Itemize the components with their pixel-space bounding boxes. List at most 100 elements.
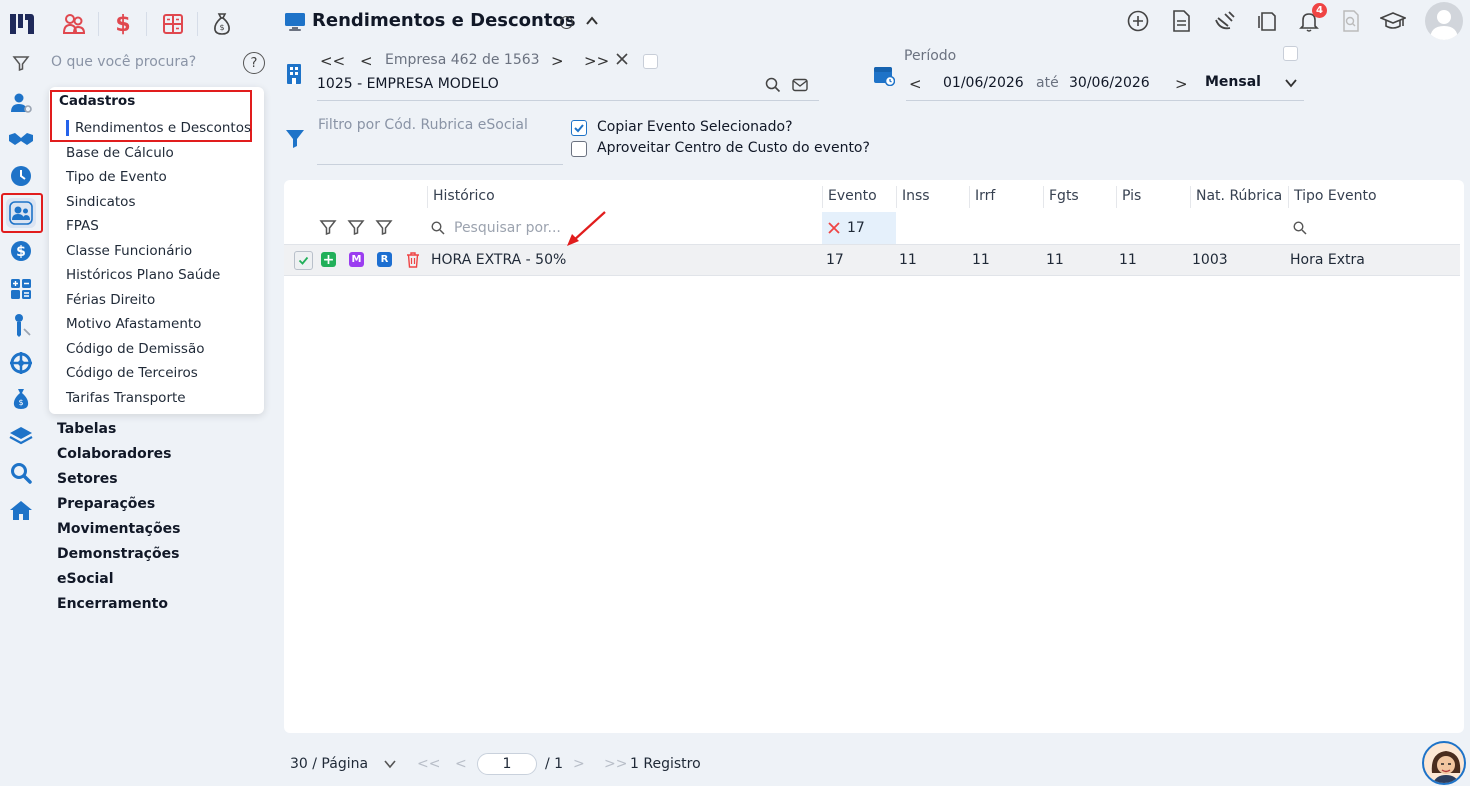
- help-icon[interactable]: ?: [243, 52, 265, 74]
- prev-company-button[interactable]: <: [360, 52, 373, 70]
- chevron-down-icon[interactable]: [1283, 75, 1299, 91]
- column-header-fgts[interactable]: Fgts: [1049, 188, 1079, 204]
- filter-funnel-icon[interactable]: [347, 218, 365, 236]
- assistant-avatar[interactable]: [1422, 741, 1466, 785]
- cards-icon[interactable]: [1254, 8, 1280, 34]
- submenu-item-fpas[interactable]: FPAS: [66, 218, 99, 234]
- nav-group-movimentacoes[interactable]: Movimentações: [57, 521, 180, 537]
- avatar[interactable]: [1425, 2, 1463, 40]
- company-underline: [317, 100, 819, 101]
- tipo-evento-search-icon[interactable]: [1293, 221, 1307, 235]
- column-header-pis[interactable]: Pis: [1122, 188, 1141, 204]
- clear-filter-icon[interactable]: [828, 222, 840, 234]
- search-icon: [431, 221, 445, 235]
- people-module-icon[interactable]: [59, 9, 89, 39]
- employees-icon[interactable]: [8, 200, 34, 226]
- submenu-item-tipo-evento[interactable]: Tipo de Evento: [66, 169, 167, 185]
- next-company-button[interactable]: >: [551, 52, 564, 70]
- page-size-chevron-icon[interactable]: [383, 757, 397, 771]
- home-icon[interactable]: [8, 497, 34, 523]
- handshake-icon[interactable]: [8, 126, 34, 152]
- network-icon[interactable]: [8, 350, 34, 376]
- column-header-nat-rubrica[interactable]: Nat. Rúbrica: [1196, 188, 1282, 204]
- user-settings-icon[interactable]: [8, 90, 34, 116]
- current-page-input[interactable]: 1: [477, 753, 537, 775]
- nav-group-esocial[interactable]: eSocial: [57, 571, 114, 587]
- money-bag-icon[interactable]: $: [8, 386, 34, 412]
- calculator-module-icon[interactable]: [158, 9, 188, 39]
- dollar-coin-icon[interactable]: $: [8, 238, 34, 264]
- add-row-button[interactable]: +: [321, 252, 336, 268]
- submenu-item-base-calculo[interactable]: Base de Cálculo: [66, 145, 174, 161]
- company-name[interactable]: 1025 - EMPRESA MODELO: [317, 76, 499, 92]
- column-header-historico[interactable]: Histórico: [433, 188, 495, 204]
- calculator-icon[interactable]: [8, 276, 34, 302]
- app-logo[interactable]: [8, 10, 36, 36]
- pen-tool-icon[interactable]: [8, 312, 34, 338]
- report-search-icon[interactable]: [1338, 8, 1364, 34]
- row-select-checkbox[interactable]: [294, 251, 313, 270]
- column-header-tipo-evento[interactable]: Tipo Evento: [1294, 188, 1377, 204]
- next-period-button[interactable]: >: [1175, 75, 1188, 93]
- column-header-evento[interactable]: Evento: [828, 188, 877, 204]
- money-bag-module-icon[interactable]: $: [207, 9, 237, 39]
- submenu-item-codigo-terceiros[interactable]: Código de Terceiros: [66, 365, 198, 381]
- submenu-item-rendimentos[interactable]: Rendimentos e Descontos: [75, 120, 251, 136]
- add-circle-icon[interactable]: [1125, 8, 1151, 34]
- company-search-icon[interactable]: [765, 77, 781, 93]
- layers-icon[interactable]: [8, 423, 34, 449]
- submenu-item-classe-funcionario[interactable]: Classe Funcionário: [66, 243, 192, 259]
- nav-group-colaboradores[interactable]: Colaboradores: [57, 446, 172, 462]
- period-start[interactable]: 01/06/2026: [943, 75, 1024, 91]
- submenu-item-codigo-demissao[interactable]: Código de Demissão: [66, 341, 205, 357]
- company-checkbox[interactable]: [643, 54, 658, 69]
- prev-period-button[interactable]: <: [909, 75, 922, 93]
- submenu-item-tarifas-transporte[interactable]: Tarifas Transporte: [66, 390, 186, 406]
- page-size-select[interactable]: 30 / Página: [290, 756, 368, 772]
- next-page-button[interactable]: >: [573, 756, 585, 772]
- submenu-item-motivo-afastamento[interactable]: Motivo Afastamento: [66, 316, 201, 332]
- column-header-irrf[interactable]: Irrf: [975, 188, 995, 204]
- clock-icon[interactable]: [8, 163, 34, 189]
- last-company-button[interactable]: >>: [584, 52, 609, 70]
- nav-group-demonstracoes[interactable]: Demonstrações: [57, 546, 179, 562]
- first-company-button[interactable]: <<: [320, 52, 345, 70]
- historico-search-input[interactable]: Pesquisar por...: [454, 220, 561, 236]
- rubrica-filter-input[interactable]: Filtro por Cód. Rubrica eSocial: [318, 117, 528, 133]
- period-frequency-select[interactable]: Mensal: [1205, 74, 1261, 90]
- search-icon[interactable]: [8, 460, 34, 486]
- evento-filter-cell[interactable]: 17: [822, 212, 896, 244]
- finance-module-icon[interactable]: $: [108, 9, 138, 39]
- filter-icon[interactable]: [12, 54, 30, 72]
- table-row[interactable]: + M R HORA EXTRA - 50% 17 11 11 11 11 10…: [284, 244, 1460, 276]
- cell-evento: 17: [826, 252, 844, 268]
- submenu-item-ferias-direito[interactable]: Férias Direito: [66, 292, 155, 308]
- copy-event-checkbox[interactable]: [571, 120, 587, 136]
- filter-funnel-icon[interactable]: [319, 218, 337, 236]
- submenu-item-sindicatos[interactable]: Sindicatos: [66, 194, 135, 210]
- trash-icon[interactable]: [405, 251, 421, 269]
- last-page-button[interactable]: >>: [604, 756, 627, 772]
- nav-group-preparacoes[interactable]: Preparações: [57, 496, 155, 512]
- nav-group-tabelas[interactable]: Tabelas: [57, 421, 116, 437]
- row-r-button[interactable]: R: [377, 252, 392, 267]
- graduation-cap-icon[interactable]: [1380, 8, 1406, 34]
- info-icon[interactable]: i: [560, 16, 573, 29]
- clear-company-icon[interactable]: [615, 52, 629, 66]
- row-m-button[interactable]: M: [349, 252, 364, 267]
- satellite-icon[interactable]: [1211, 8, 1237, 34]
- column-header-inss[interactable]: Inss: [902, 188, 930, 204]
- nav-group-encerramento[interactable]: Encerramento: [57, 596, 168, 612]
- period-end[interactable]: 30/06/2026: [1069, 75, 1150, 91]
- period-checkbox[interactable]: [1283, 46, 1298, 61]
- document-icon[interactable]: [1168, 8, 1194, 34]
- chevron-up-icon[interactable]: [584, 13, 600, 29]
- prev-page-button[interactable]: <: [455, 756, 467, 772]
- menu-search-input[interactable]: O que você procura?: [51, 54, 196, 70]
- first-page-button[interactable]: <<: [417, 756, 440, 772]
- mail-icon[interactable]: [792, 78, 808, 92]
- cost-center-checkbox[interactable]: [571, 141, 587, 157]
- nav-group-setores[interactable]: Setores: [57, 471, 118, 487]
- submenu-item-historicos-plano-saude[interactable]: Históricos Plano Saúde: [66, 267, 220, 283]
- filter-funnel-icon[interactable]: [375, 218, 393, 236]
